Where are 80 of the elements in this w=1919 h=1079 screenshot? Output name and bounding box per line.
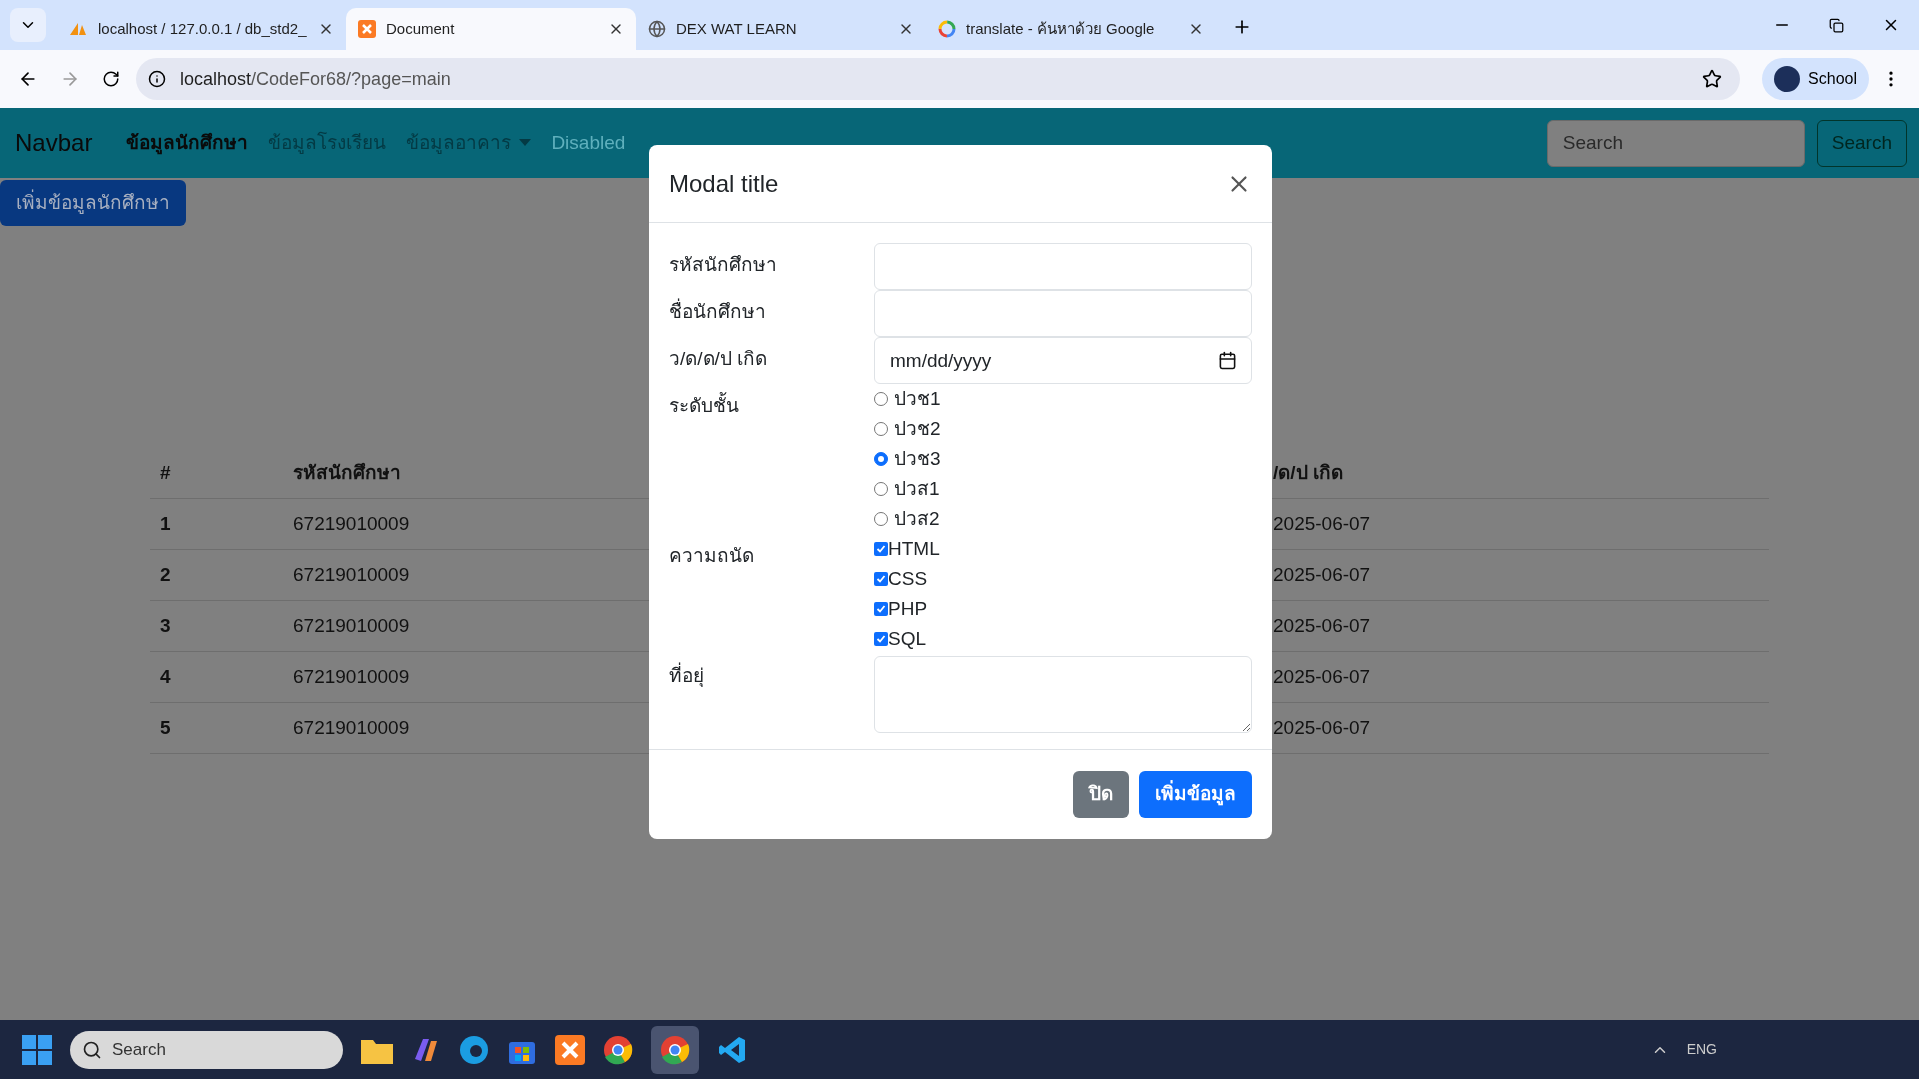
table-cell: 4: [160, 665, 171, 687]
field-label: รหัสนักศึกษา: [669, 254, 777, 275]
nav-link[interactable]: ข้อมูลนักศึกษา: [116, 128, 259, 158]
table-cell: 2025-06-07: [1273, 716, 1371, 738]
table-cell: 2025-06-07: [1273, 512, 1371, 534]
add-student-button[interactable]: เพิ่มข้อมูลนักศึกษา: [0, 180, 186, 226]
calendar-icon[interactable]: [1218, 351, 1237, 370]
radio-label: ปวช1: [894, 386, 941, 411]
tab-title: DEX WAT LEARN: [676, 18, 798, 39]
windows-start-icon[interactable]: [22, 1034, 52, 1065]
tab-title: translate - ค้นหาด้วย Google: [966, 18, 1156, 39]
table-cell: 1: [160, 512, 171, 534]
field-label: ความถนัด: [669, 545, 754, 566]
column-header: #: [160, 461, 171, 483]
table-cell: 67219010009: [293, 614, 410, 636]
browser-tab[interactable]: DEX WAT LEARN: [636, 8, 926, 50]
search-field[interactable]: Search: [1546, 119, 1805, 167]
profile-button[interactable]: School: [1762, 58, 1869, 100]
radio-label: ปวส2: [894, 506, 940, 531]
table-cell: 67219010009: [293, 665, 410, 687]
address-bar[interactable]: localhost/CodeFor68/?page=main: [136, 58, 1741, 100]
checkbox[interactable]: [874, 602, 888, 616]
taskbar-search-field[interactable]: Search: [70, 1030, 343, 1069]
radio-button[interactable]: [874, 512, 888, 526]
search-icon: [82, 1039, 102, 1060]
checkbox-label: HTML: [888, 536, 940, 561]
table-cell: 67219010009: [293, 716, 410, 738]
cross-tile-icon[interactable]: [555, 1034, 585, 1065]
field-label: ว/ด/ด/ป เกิด: [669, 348, 768, 369]
chrome-icon[interactable]: [603, 1034, 633, 1065]
date-field[interactable]: mm/dd/yyyy: [874, 337, 1252, 384]
submit-button[interactable]: เพิ่มข้อมูล: [1139, 771, 1252, 818]
radio-button[interactable]: [874, 482, 888, 496]
navbar-brand[interactable]: Navbar: [15, 125, 93, 161]
radio-button[interactable]: [874, 422, 888, 436]
edge-browser-icon[interactable]: [459, 1034, 489, 1065]
caret-icon: [519, 139, 532, 147]
checkbox-label: SQL: [888, 626, 927, 651]
checkbox[interactable]: [874, 572, 888, 586]
chrome-icon: [660, 1034, 690, 1065]
table-cell: 5: [160, 716, 171, 738]
radio-label: ปวช2: [894, 416, 941, 441]
nav-link[interactable]: Disabled: [541, 128, 636, 158]
table-cell: 2025-06-07: [1273, 563, 1371, 585]
radio-button[interactable]: [874, 452, 888, 466]
sail-logo-icon: [68, 21, 88, 37]
restore-icon[interactable]: [1829, 17, 1844, 33]
radio-label: ปวช3: [894, 446, 941, 471]
g-logo-icon: [938, 20, 956, 38]
table-cell: 2025-06-07: [1273, 614, 1371, 636]
radio-label: ปวส1: [894, 476, 940, 501]
column-header: /ด/ป เกิด: [1273, 461, 1343, 483]
checkbox[interactable]: [874, 542, 888, 556]
browser-tab[interactable]: localhost / 127.0.0.1 / db_std2_: [56, 8, 346, 50]
table-cell: 67219010009: [293, 563, 410, 585]
checkbox-label: CSS: [888, 566, 928, 591]
tab-title: Document: [386, 18, 456, 39]
table-cell: 3: [160, 614, 171, 636]
table-cell: 2025-06-07: [1273, 665, 1371, 687]
info-icon[interactable]: [148, 70, 166, 88]
cross-tile-icon: [358, 20, 376, 38]
modal-title: Modal title: [669, 168, 779, 199]
reload-icon[interactable]: [102, 70, 120, 88]
close-button[interactable]: ปิด: [1073, 771, 1129, 818]
column-header: รหัสนักศึกษา: [293, 461, 401, 483]
table-cell: 2: [160, 563, 171, 585]
text-field[interactable]: [874, 290, 1252, 337]
browser-tab[interactable]: Document: [346, 8, 636, 50]
active-app-tile[interactable]: [651, 1025, 699, 1074]
globe-icon: [648, 20, 666, 38]
table-cell: 67219010009: [293, 512, 410, 534]
checkbox-label: PHP: [888, 596, 928, 621]
browser-tab[interactable]: translate - ค้นหาด้วย Google: [926, 8, 1216, 50]
code-editor-icon[interactable]: [717, 1034, 747, 1065]
bookmark-star-icon[interactable]: [1702, 69, 1723, 89]
text-field[interactable]: [874, 243, 1252, 290]
tab-title: localhost / 127.0.0.1 / db_std2_: [98, 18, 308, 39]
language-indicator[interactable]: ENG: [1686, 1039, 1717, 1060]
radio-button[interactable]: [874, 392, 888, 406]
checkbox[interactable]: [874, 632, 888, 646]
